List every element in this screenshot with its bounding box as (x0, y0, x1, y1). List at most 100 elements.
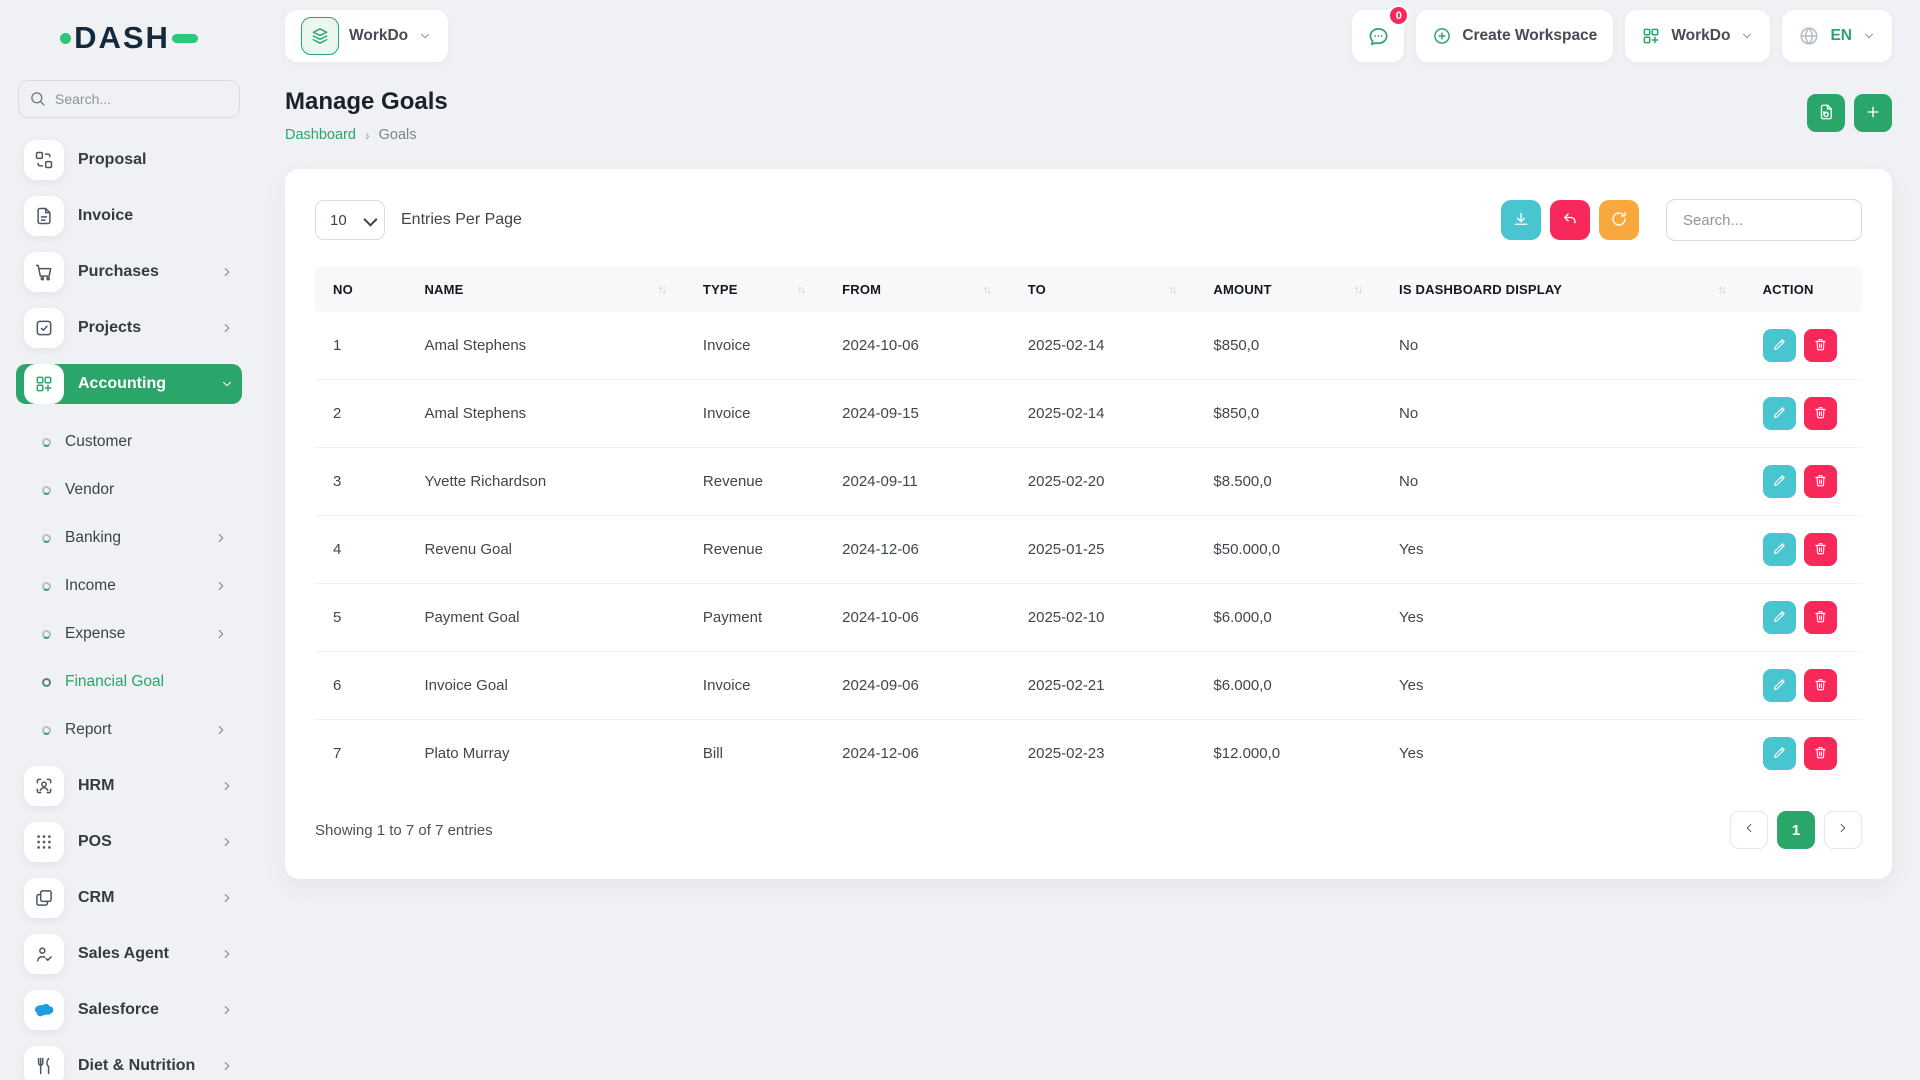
pagination-prev-button[interactable] (1730, 811, 1768, 849)
language-code: EN (1830, 27, 1852, 45)
trash-icon (1813, 337, 1828, 355)
trash-icon (1813, 405, 1828, 423)
cell-action (1751, 652, 1862, 720)
language-selector[interactable]: EN (1782, 10, 1892, 62)
cell-name: Yvette Richardson (412, 448, 690, 516)
submenu-item-banking[interactable]: Banking (42, 518, 242, 558)
chevron-right-icon: › (365, 127, 370, 143)
cell-type: Bill (691, 720, 830, 788)
sidebar-item-accounting[interactable]: Accounting (16, 364, 242, 404)
column-header-to[interactable]: TO↑↓ (1016, 267, 1202, 312)
chevron-right-icon (220, 265, 234, 279)
edit-icon (1772, 677, 1787, 695)
apps-menu-button[interactable]: WorkDo (1625, 10, 1770, 62)
sidebar-search-input[interactable] (18, 80, 240, 118)
delete-button[interactable] (1804, 465, 1837, 498)
submenu-item-financial-goal[interactable]: Financial Goal (42, 662, 242, 702)
submenu-item-label: Income (65, 577, 116, 595)
table-search-input[interactable] (1666, 199, 1862, 241)
sidebar-item-proposal[interactable]: Proposal (16, 140, 242, 180)
edit-button[interactable] (1763, 465, 1796, 498)
table-row: 4Revenu GoalRevenue2024-12-062025-01-25$… (315, 516, 1862, 584)
submenu-item-label: Financial Goal (65, 673, 164, 691)
export-button[interactable] (1501, 200, 1541, 240)
delete-button[interactable] (1804, 601, 1837, 634)
sidebar-item-salesforce[interactable]: Salesforce (16, 990, 242, 1030)
cell-to: 2025-01-25 (1016, 516, 1202, 584)
undo-button[interactable] (1550, 200, 1590, 240)
edit-button[interactable] (1763, 601, 1796, 634)
delete-button[interactable] (1804, 397, 1837, 430)
delete-button[interactable] (1804, 737, 1837, 770)
table-row: 7Plato MurrayBill2024-12-062025-02-23$12… (315, 720, 1862, 788)
chevron-right-icon (220, 835, 234, 849)
column-header-type[interactable]: TYPE↑↓ (691, 267, 830, 312)
cell-dashboard-display: Yes (1387, 652, 1751, 720)
column-header-amount[interactable]: AMOUNT↑↓ (1201, 267, 1387, 312)
cell-no: 1 (315, 312, 412, 380)
bullet-icon (42, 726, 51, 735)
chevron-left-icon (1742, 821, 1756, 839)
column-header-from[interactable]: FROM↑↓ (830, 267, 1016, 312)
messages-button[interactable]: 0 (1352, 10, 1404, 62)
page-head: Manage Goals Dashboard › Goals (285, 88, 1892, 143)
edit-button[interactable] (1763, 533, 1796, 566)
breadcrumb-dashboard-link[interactable]: Dashboard (285, 127, 356, 143)
chevron-down-icon (1740, 29, 1754, 43)
chevron-down-icon (220, 377, 234, 391)
cell-type: Revenue (691, 516, 830, 584)
pagination-page-1[interactable]: 1 (1777, 811, 1815, 849)
projects-icon (24, 308, 64, 348)
sidebar-item-projects[interactable]: Projects (16, 308, 242, 348)
pagination-next-button[interactable] (1824, 811, 1862, 849)
submenu-item-vendor[interactable]: Vendor (42, 470, 242, 510)
chevron-down-icon (418, 29, 432, 43)
crm-icon (24, 878, 64, 918)
refresh-button[interactable] (1599, 200, 1639, 240)
cell-no: 7 (315, 720, 412, 788)
edit-button[interactable] (1763, 397, 1796, 430)
table-body: 1Amal StephensInvoice2024-10-062025-02-1… (315, 312, 1862, 787)
sidebar-item-invoice[interactable]: Invoice (16, 196, 242, 236)
sidebar-item-sales-agent[interactable]: Sales Agent (16, 934, 242, 974)
sidebar-item-pos[interactable]: POS (16, 822, 242, 862)
cell-amount: $50.000,0 (1201, 516, 1387, 584)
create-goal-button[interactable] (1854, 94, 1892, 132)
cell-from: 2024-09-06 (830, 652, 1016, 720)
edit-button[interactable] (1763, 737, 1796, 770)
copy-goal-button[interactable] (1807, 94, 1845, 132)
delete-button[interactable] (1804, 533, 1837, 566)
entries-per-page-select[interactable]: 10 (315, 200, 385, 240)
sidebar-item-diet-nutrition[interactable]: Diet & Nutrition (16, 1046, 242, 1080)
create-workspace-button[interactable]: Create Workspace (1416, 10, 1613, 62)
workspace-switcher[interactable]: WorkDo (285, 10, 448, 62)
sales-agent-icon (24, 934, 64, 974)
sidebar-item-purchases[interactable]: Purchases (16, 252, 242, 292)
column-header-is-dashboard-display[interactable]: IS DASHBOARD DISPLAY↑↓ (1387, 267, 1751, 312)
cell-amount: $6.000,0 (1201, 584, 1387, 652)
submenu-item-report[interactable]: Report (42, 710, 242, 750)
sort-icon: ↑↓ (1718, 284, 1739, 296)
edit-button[interactable] (1763, 669, 1796, 702)
column-header-name[interactable]: NAME↑↓ (412, 267, 690, 312)
submenu-item-label: Banking (65, 529, 121, 547)
column-label: ACTION (1763, 282, 1814, 297)
sort-icon: ↑↓ (797, 284, 818, 296)
sidebar-item-hrm[interactable]: HRM (16, 766, 242, 806)
delete-button[interactable] (1804, 329, 1837, 362)
brand-logo: DASH (16, 0, 242, 76)
sidebar-item-label: Accounting (78, 375, 206, 393)
submenu-item-income[interactable]: Income (42, 566, 242, 606)
edit-button[interactable] (1763, 329, 1796, 362)
submenu-item-customer[interactable]: Customer (42, 422, 242, 462)
submenu-item-label: Vendor (65, 481, 114, 499)
cell-to: 2025-02-23 (1016, 720, 1202, 788)
cell-action (1751, 380, 1862, 448)
chevron-right-icon (220, 891, 234, 905)
submenu-item-expense[interactable]: Expense (42, 614, 242, 654)
delete-button[interactable] (1804, 669, 1837, 702)
chevron-right-icon (220, 1059, 234, 1073)
cell-no: 4 (315, 516, 412, 584)
search-icon (29, 90, 46, 107)
sidebar-item-crm[interactable]: CRM (16, 878, 242, 918)
